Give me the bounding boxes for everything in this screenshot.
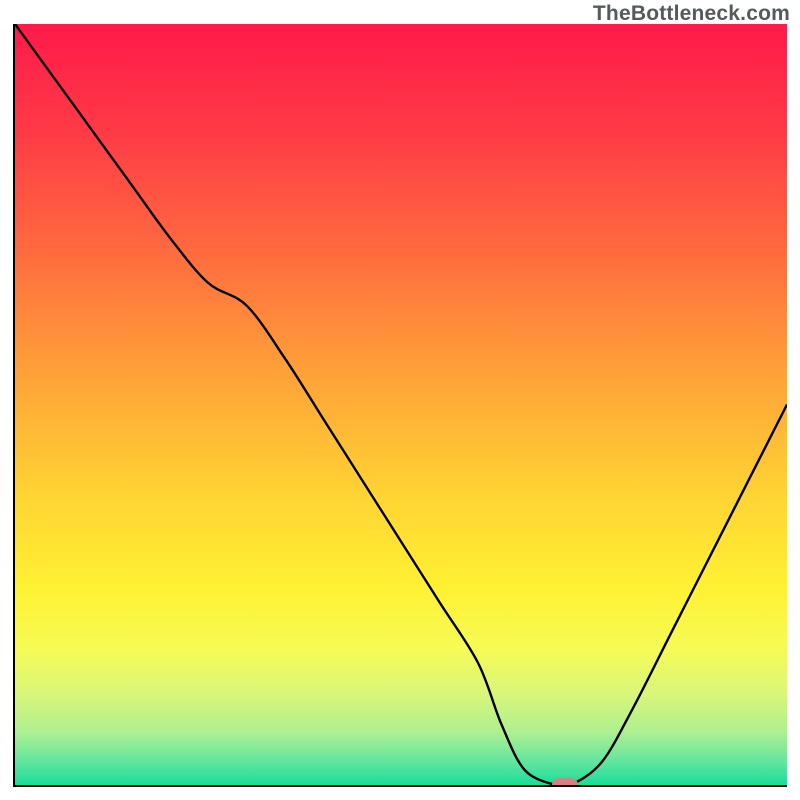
watermark-text: TheBottleneck.com <box>593 2 790 26</box>
gradient-background <box>15 24 787 785</box>
optimal-point-marker <box>552 778 578 787</box>
chart-svg <box>15 24 787 785</box>
bottleneck-chart: TheBottleneck.com <box>0 0 800 800</box>
plot-area <box>13 24 787 787</box>
